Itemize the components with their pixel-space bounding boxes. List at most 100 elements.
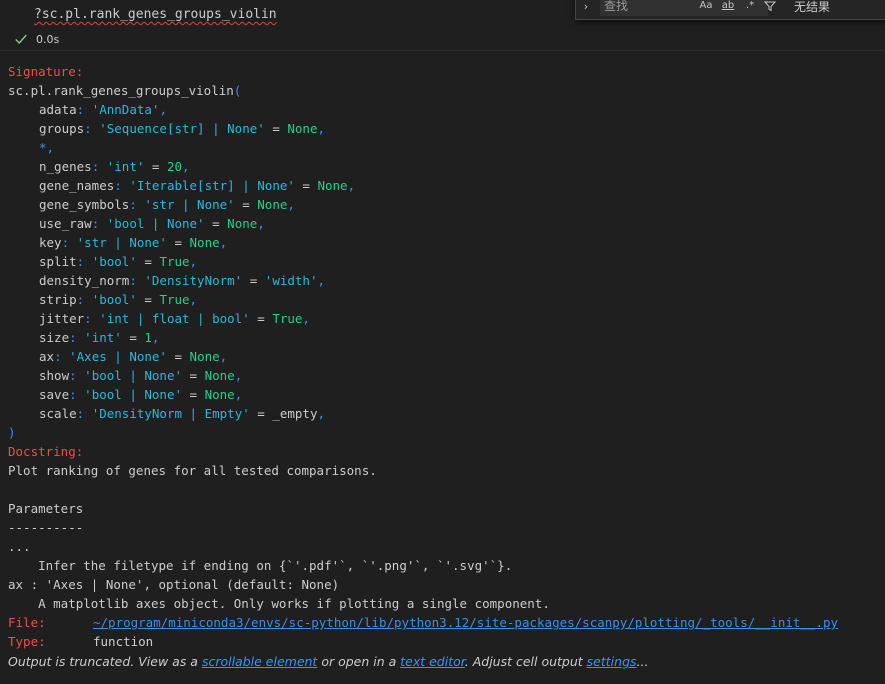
docstring-summary: Plot ranking of genes for all tested com… [8, 463, 377, 478]
docstring-header: Docstring: [8, 444, 84, 459]
param-type: 'str | None' [76, 235, 167, 250]
filetype-description: Infer the filetype if ending on {`'.pdf'… [8, 558, 513, 573]
signature-param: size: 'int' = 1, [39, 330, 160, 345]
signature-param: show: 'bool | None' = None, [39, 368, 243, 383]
param-default: 20 [166, 159, 183, 174]
param-name: size [39, 330, 70, 345]
param-type: 'str | None' [144, 197, 235, 212]
param-type: 'Axes | None' [69, 349, 167, 364]
ax-param-line: ax : 'Axes | None', optional (default: N… [8, 577, 340, 592]
param-default: True [159, 254, 190, 269]
signature-param: groups: 'Sequence[str] | None' = None, [39, 121, 326, 136]
param-name: gene_names [39, 178, 115, 193]
param-name: show [39, 368, 70, 383]
check-icon [15, 34, 27, 44]
signature-param: *, [39, 140, 55, 155]
param-type: 'bool | None' [84, 368, 183, 383]
signature-param: density_norm: 'DensityNorm' = 'width', [39, 273, 326, 288]
signature-param: strip: 'bool' = True, [39, 292, 198, 307]
param-default: 1 [144, 330, 152, 345]
text-editor-link[interactable]: text editor [400, 654, 465, 669]
footer-text-2: or open in a [317, 654, 401, 669]
file-path-link[interactable]: ~/program/miniconda3/envs/sc-python/lib/… [93, 615, 838, 630]
param-type: 'Sequence[str] | None' [99, 121, 265, 136]
find-no-results: 无结果 [794, 0, 831, 14]
param-name: n_genes [39, 159, 92, 174]
file-label: File: [8, 615, 46, 630]
param-default: None [204, 387, 235, 402]
param-default: 'width' [264, 273, 318, 288]
filter-icon[interactable] [764, 0, 776, 12]
param-type: 'bool' [91, 292, 137, 307]
param-default: True [159, 292, 190, 307]
type-label: Type: [8, 634, 46, 649]
param-name: density_norm [39, 273, 130, 288]
cell-code[interactable]: ?sc.pl.rank_genes_groups_violin [34, 7, 277, 22]
param-default: None [189, 235, 220, 250]
cell-output: Signature: sc.pl.rank_genes_groups_violi… [8, 62, 885, 651]
signature-param: use_raw: 'bool | None' = None, [39, 216, 265, 231]
signature-param: jitter: 'int | float | bool' = True, [39, 311, 310, 326]
type-row: Type: function [8, 632, 885, 651]
param-type: 'bool | None' [84, 387, 183, 402]
parameters-header: Parameters [8, 501, 84, 516]
regex-icon[interactable]: .* [742, 0, 758, 12]
signature-param: gene_symbols: 'str | None' = None, [39, 197, 295, 212]
signature-param: scale: 'DensityNorm | Empty' = _empty, [39, 406, 326, 421]
param-name: key [39, 235, 62, 250]
param-type: 'DensityNorm | Empty' [91, 406, 250, 421]
signature-param: key: 'str | None' = None, [39, 235, 228, 250]
find-widget: › Aa ab .* 无结果 [575, 0, 885, 20]
signature-param: gene_names: 'Iterable[str] | None' = Non… [39, 178, 356, 193]
signature-param: save: 'bool | None' = None, [39, 387, 243, 402]
param-type: 'int' [84, 330, 122, 345]
param-type: 'AnnData' [91, 102, 160, 117]
file-row: File: ~/program/miniconda3/envs/sc-python… [8, 613, 885, 632]
param-default: True [272, 311, 303, 326]
truncation-notice: Output is truncated. View as a scrollabl… [8, 654, 648, 669]
param-name: save [39, 387, 70, 402]
find-options: Aa ab .* [698, 0, 776, 12]
param-type: 'int | float | bool' [99, 311, 250, 326]
param-default: None [287, 121, 318, 136]
signature-call: sc.pl.rank_genes_groups_violin( [8, 81, 885, 100]
param-default: None [317, 178, 348, 193]
signature-param: split: 'bool' = True, [39, 254, 198, 269]
signature-param: n_genes: 'int' = 20, [39, 159, 190, 174]
match-case-icon[interactable]: Aa [698, 0, 714, 12]
param-star: * [39, 140, 47, 155]
signature-params: adata: 'AnnData', groups: 'Sequence[str] … [8, 100, 885, 423]
scrollable-element-link[interactable]: scrollable element [202, 654, 317, 669]
signature-param: ax: 'Axes | None' = None, [39, 349, 228, 364]
chevron-right-icon[interactable]: › [576, 0, 596, 13]
param-name: strip [39, 292, 77, 307]
whole-word-icon[interactable]: ab [720, 0, 736, 12]
param-default: None [257, 197, 288, 212]
param-default: None [189, 349, 220, 364]
param-default: _empty [272, 406, 318, 421]
param-name: use_raw [39, 216, 92, 231]
param-type: 'Iterable[str] | None' [129, 178, 295, 193]
close-paren: ) [8, 425, 16, 440]
ax-param-description: A matplotlib axes object. Only works if … [8, 596, 550, 611]
param-default: None [204, 368, 235, 383]
param-type: 'int' [106, 159, 145, 174]
open-paren: ( [233, 83, 242, 98]
param-name: ax [39, 349, 55, 364]
footer-text-3: . Adjust cell output [464, 654, 587, 669]
param-type: 'bool' [91, 254, 137, 269]
signature-param: adata: 'AnnData', [39, 102, 167, 117]
param-name: groups [39, 121, 85, 136]
param-type: 'DensityNorm' [144, 273, 243, 288]
footer-text-4: ... [636, 654, 649, 669]
footer-text-1: Output is truncated. View as a [8, 654, 202, 669]
signature-header: Signature: [8, 64, 84, 79]
settings-link[interactable]: settings [587, 654, 637, 669]
function-name: sc.pl.rank_genes_groups_violin [8, 83, 234, 98]
execution-time: 0.0s [36, 32, 60, 46]
execution-status: 0.0s [14, 32, 59, 46]
param-name: adata [39, 102, 77, 117]
param-type: 'bool | None' [106, 216, 205, 231]
param-name: gene_symbols [39, 197, 130, 212]
